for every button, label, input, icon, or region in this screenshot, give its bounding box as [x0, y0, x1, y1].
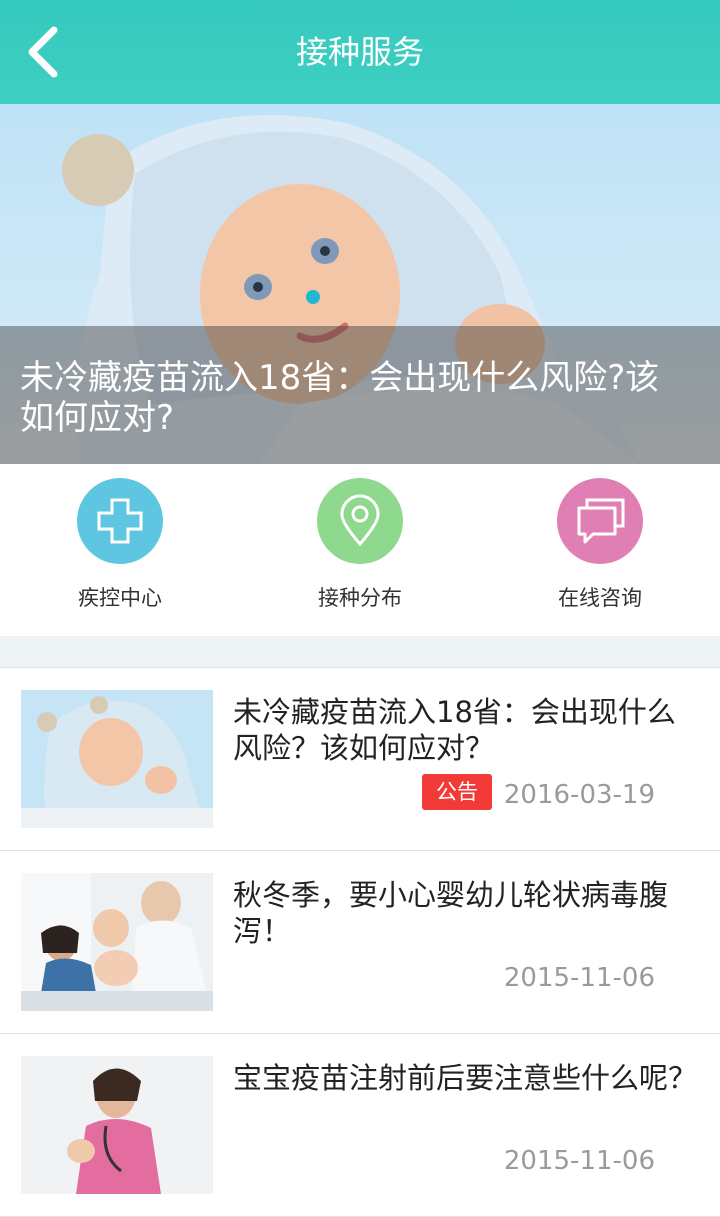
- back-button[interactable]: [22, 22, 72, 82]
- carousel-indicator[interactable]: [306, 290, 320, 304]
- service-label: 接种分布: [318, 586, 402, 610]
- location-pin-icon: [317, 478, 403, 564]
- list-item[interactable]: 宝宝疫苗注射前后要注意些什么呢？ 2015-11-06: [0, 1034, 720, 1217]
- news-list: 未冷藏疫苗流入18省：会出现什么风险？该如何应对？ 公告 2016-03-19 …: [0, 668, 720, 1217]
- list-item[interactable]: 未冷藏疫苗流入18省：会出现什么风险？该如何应对？ 公告 2016-03-19: [0, 668, 720, 851]
- news-date: 2015-11-06: [503, 1146, 655, 1176]
- news-thumbnail: [21, 1056, 213, 1194]
- news-title: 未冷藏疫苗流入18省：会出现什么风险？该如何应对？: [233, 695, 676, 765]
- chevron-left-icon: [28, 26, 58, 78]
- medical-cross-icon: [77, 478, 163, 564]
- news-banner[interactable]: 未冷藏疫苗流入18省：会出现什么风险?该如何应对?: [0, 104, 720, 464]
- service-distribution[interactable]: 接种分布: [260, 478, 460, 612]
- service-label: 疾控中心: [78, 586, 162, 610]
- news-thumbnail: [21, 690, 213, 828]
- section-divider: [0, 636, 720, 668]
- app-header: 接种服务: [0, 0, 720, 104]
- banner-caption: 未冷藏疫苗流入18省：会出现什么风险?该如何应对?: [20, 358, 660, 438]
- news-title: 宝宝疫苗注射前后要注意些什么呢？: [233, 1061, 698, 1095]
- news-thumbnail: [21, 873, 213, 1011]
- page-title: 接种服务: [295, 33, 424, 71]
- news-title: 秋冬季，要小心婴幼儿轮状病毒腹泻！: [233, 878, 669, 948]
- news-date: 2016-03-19: [503, 780, 655, 810]
- news-date: 2015-11-06: [503, 963, 655, 993]
- service-cdc[interactable]: 疾控中心: [20, 478, 220, 612]
- service-consult[interactable]: 在线咨询: [500, 478, 700, 612]
- chat-bubbles-icon: [557, 478, 643, 564]
- service-label: 在线咨询: [558, 586, 642, 610]
- list-item[interactable]: 秋冬季，要小心婴幼儿轮状病毒腹泻！ 2015-11-06: [0, 851, 720, 1034]
- service-grid: 疾控中心 接种分布 在线咨询: [0, 464, 720, 636]
- announcement-badge: 公告: [422, 774, 492, 810]
